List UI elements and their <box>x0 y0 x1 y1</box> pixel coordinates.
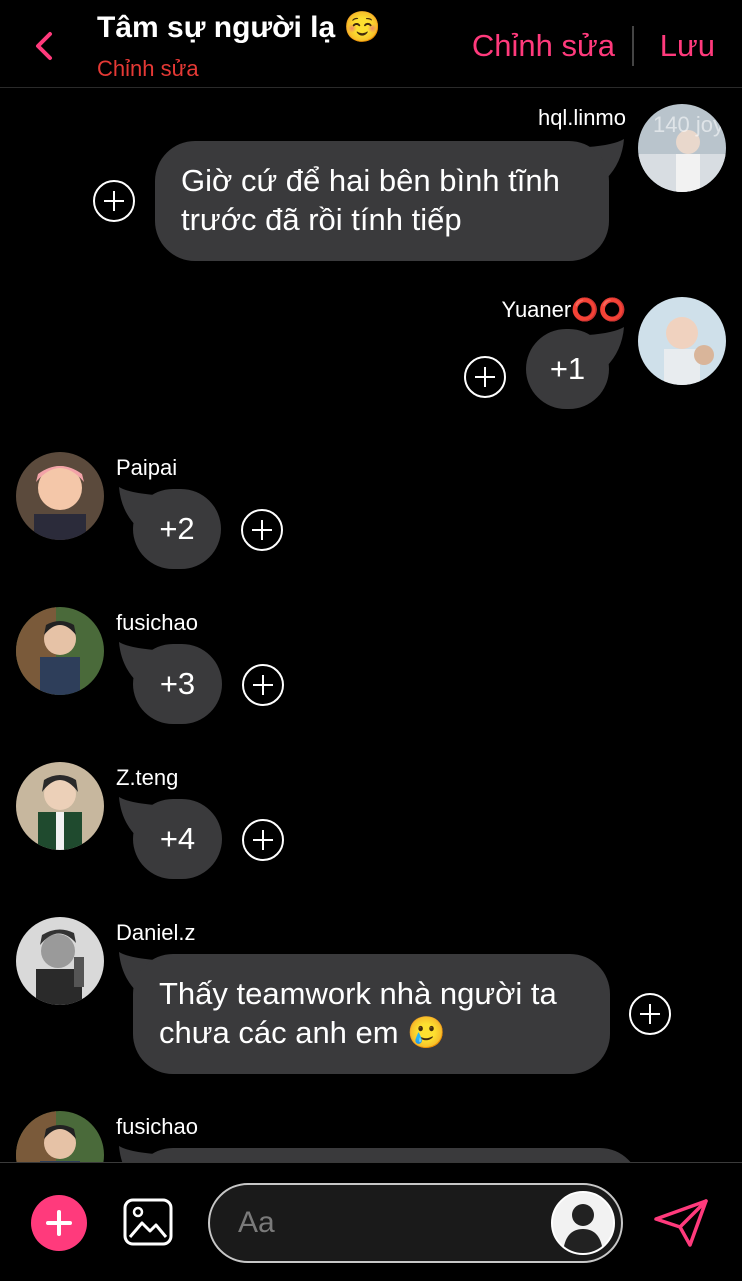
message-input[interactable] <box>238 1199 538 1247</box>
message-bubble[interactable]: +2 <box>133 489 221 569</box>
message-text-line: chưa các anh em 🥲 <box>159 1015 446 1050</box>
avatar[interactable] <box>16 1111 104 1162</box>
sender-name: fusichao <box>116 610 198 635</box>
edit-button[interactable]: Chỉnh sửa <box>472 28 615 64</box>
add-reaction-button[interactable] <box>242 819 284 861</box>
add-reaction-button[interactable] <box>242 664 284 706</box>
avatar[interactable] <box>16 607 104 695</box>
avatar[interactable] <box>638 297 726 385</box>
chat-title: Tâm sự người lạ ☺️ <box>97 11 381 44</box>
avatar[interactable]: 140 joy <box>638 104 726 192</box>
message-bubble[interactable]: Thấy teamwork nhà người ta chưa các anh … <box>133 954 610 1074</box>
image-icon[interactable] <box>122 1197 174 1247</box>
sender-name: Z.teng <box>116 765 179 790</box>
message-list[interactable]: hql.linmo 140 joy Giờ cứ để hai bên bình… <box>0 89 742 1162</box>
message-input-wrapper <box>208 1183 623 1263</box>
sender-name: Daniel.z <box>116 920 196 945</box>
person-silhouette-icon[interactable] <box>551 1191 615 1255</box>
message-bubble[interactable]: +3 <box>133 644 222 724</box>
avatar[interactable] <box>16 452 104 540</box>
avatar[interactable] <box>16 917 104 1005</box>
save-button[interactable]: Lưu <box>660 28 715 64</box>
add-reaction-button[interactable] <box>464 356 506 398</box>
sender-name: Paipai <box>116 455 178 480</box>
header-divider <box>632 26 634 66</box>
sender-name: fusichao <box>116 1114 198 1139</box>
add-reaction-button[interactable] <box>629 993 671 1035</box>
chevron-left-icon[interactable] <box>30 28 60 64</box>
chat-subtitle[interactable]: Chỉnh sửa <box>97 56 199 82</box>
message-bubble[interactable] <box>133 1148 640 1162</box>
avatar[interactable] <box>16 762 104 850</box>
add-reaction-button[interactable] <box>93 180 135 222</box>
avatar-caption: 140 joy <box>653 112 724 137</box>
message-text-line: Thấy teamwork nhà người ta <box>159 976 557 1011</box>
sender-name: Yuaner⭕⭕ <box>501 297 626 322</box>
plus-icon[interactable] <box>31 1195 87 1251</box>
message-bubble[interactable]: Giờ cứ để hai bên bình tĩnh trước đã rồi… <box>155 141 609 261</box>
chat-header: Tâm sự người lạ ☺️ Chỉnh sửa Chỉnh sửa L… <box>0 0 742 88</box>
composer-bar <box>0 1162 742 1281</box>
add-reaction-button[interactable] <box>241 509 283 551</box>
send-icon[interactable] <box>652 1197 710 1249</box>
message-bubble[interactable]: +1 <box>526 329 609 409</box>
sender-name: hql.linmo <box>537 105 626 130</box>
message-text-line: trước đã rồi tính tiếp <box>181 202 462 237</box>
message-bubble[interactable]: +4 <box>133 799 222 879</box>
message-text-line: Giờ cứ để hai bên bình tĩnh <box>181 163 560 198</box>
